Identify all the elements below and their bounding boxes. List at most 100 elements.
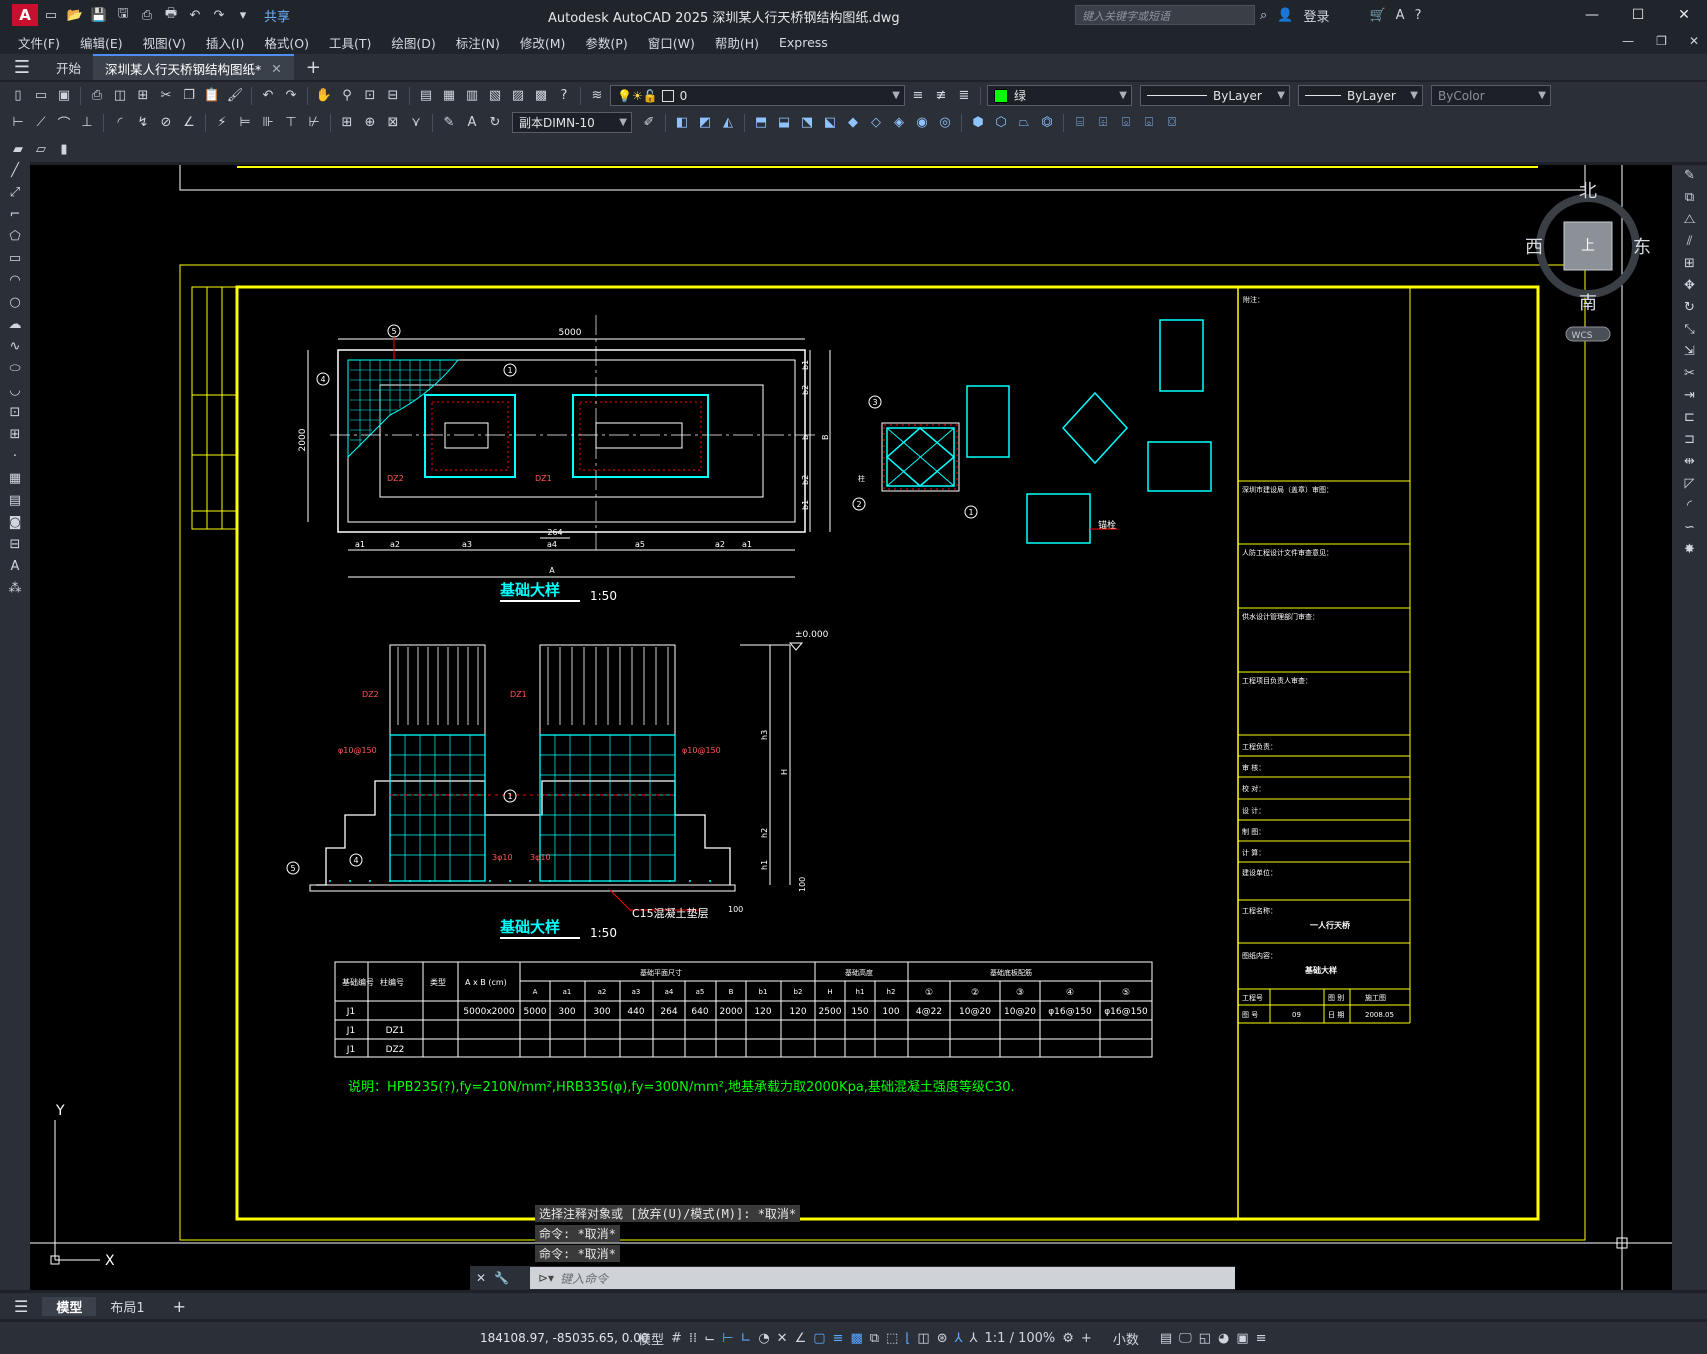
units-select[interactable]: 小数 [1113, 1329, 1139, 1348]
construction-line-icon[interactable]: ⤢ [0, 182, 30, 204]
table-draw-icon[interactable]: ⊟ [0, 534, 30, 556]
customize-cmd-icon[interactable]: 🔧 [494, 1271, 509, 1285]
face-move-icon[interactable]: ⌹ [1093, 113, 1113, 133]
menu-edit[interactable]: 编辑(E) [70, 33, 133, 52]
section-icon[interactable]: ◇ [866, 113, 886, 133]
jogged-linear-icon[interactable]: ⋎ [406, 113, 426, 133]
polyline-icon[interactable]: ⌐ [0, 204, 30, 226]
union-icon[interactable]: ⬓ [774, 113, 794, 133]
extrude-icon[interactable]: ⬒ [751, 113, 771, 133]
isolate-icon[interactable]: ◱ [1199, 1331, 1211, 1346]
dim-break-icon[interactable]: ⊬ [304, 113, 324, 133]
offset-icon[interactable]: ⫽ [1672, 231, 1707, 253]
menu-hamburger-icon[interactable]: ☰ [0, 57, 44, 78]
workspace-gear-icon[interactable]: ⚙ [1062, 1331, 1074, 1346]
face-offset-icon[interactable]: ⌺ [1116, 113, 1136, 133]
grid-icon[interactable]: # [671, 1331, 682, 1346]
undo-icon[interactable]: ↶ [186, 8, 204, 23]
app-logo[interactable]: A [12, 4, 38, 26]
toolpalette-icon[interactable]: ▥ [462, 86, 482, 106]
osnap-icon[interactable]: ▢ [813, 1331, 825, 1346]
dim-continue-icon[interactable]: ⊪ [258, 113, 278, 133]
tab-start[interactable]: 开始 [44, 54, 93, 80]
menu-express[interactable]: Express [769, 35, 838, 50]
cart-icon[interactable]: 🛒 [1369, 8, 1385, 23]
dimstyle-icon[interactable]: ✐ [639, 113, 659, 133]
dim-ordinate-icon[interactable]: ⊥ [77, 113, 97, 133]
publish-icon[interactable]: ⎙ [138, 8, 156, 23]
menu-file[interactable]: 文件(F) [8, 33, 70, 52]
mtext-icon[interactable]: A [0, 556, 30, 578]
zoom-previous-icon[interactable]: ⊟ [383, 86, 403, 106]
designcenter-icon[interactable]: ▦ [439, 86, 459, 106]
dim-diameter-icon[interactable]: ⊘ [156, 113, 176, 133]
hardware-accel-icon[interactable]: ◕ [1218, 1331, 1229, 1346]
doc-restore-button[interactable]: ❐ [1656, 34, 1667, 48]
face-rotate-icon[interactable]: ⌼ [1162, 113, 1182, 133]
color-select[interactable]: 绿 ▼ [987, 85, 1132, 106]
slice-icon[interactable]: ◆ [843, 113, 863, 133]
clean-screen-icon[interactable]: ▣ [1236, 1331, 1248, 1346]
search-input[interactable]: 键入关键字或短语 [1075, 5, 1255, 25]
viewcube[interactable]: 上 北 南 西 东 WCS [1520, 180, 1660, 360]
shell-icon[interactable]: ⬢ [968, 113, 988, 133]
close-tab-icon[interactable]: ✕ [271, 61, 281, 76]
properties-icon[interactable]: ▤ [416, 86, 436, 106]
layer-manager-icon[interactable]: ≋ [587, 86, 607, 106]
drawing-canvas[interactable]: 5000 2000 5 4 1 DZ2 DZ1 b1 b2 b b2 b1 B … [30, 165, 1672, 1290]
extend-icon[interactable]: ⇥ [1672, 385, 1707, 407]
selection-cycling-icon[interactable]: ⧉ [870, 1331, 879, 1346]
share-button[interactable]: 共享 [264, 6, 290, 25]
layer-select[interactable]: 💡☀🔓 0 ▼ [610, 85, 905, 106]
login-button[interactable]: 登录 [1303, 6, 1329, 25]
arc-icon[interactable]: ◠ [0, 270, 30, 292]
menu-view[interactable]: 视图(V) [133, 33, 196, 52]
polygon-icon[interactable]: ⬠ [0, 226, 30, 248]
gradient-icon[interactable]: ▤ [0, 490, 30, 512]
auto-scale-icon[interactable]: ⅄ [970, 1331, 978, 1346]
layout-menu-icon[interactable]: ☰ [0, 1297, 42, 1316]
polar-icon[interactable]: ◔ [758, 1331, 769, 1346]
redo-icon[interactable]: ↷ [210, 8, 228, 23]
insert-block-icon[interactable]: ⊡ [0, 402, 30, 424]
dim-radius-icon[interactable]: ◜ [110, 113, 130, 133]
solid-box-icon[interactable]: ◧ [672, 113, 692, 133]
sheetset-icon[interactable]: ▧ [485, 86, 505, 106]
attribute-icon[interactable]: ▮ [54, 139, 74, 159]
table-icon[interactable]: ▱ [31, 139, 51, 159]
preview-icon[interactable]: ◫ [110, 86, 130, 106]
dimstyle-select[interactable]: 副本DIMN-10 ▼ [512, 112, 632, 133]
command-input[interactable]: ⊳▾ 键入命令 [530, 1267, 1235, 1289]
undo-icon-2[interactable]: ↶ [258, 86, 278, 106]
dim-baseline-icon[interactable]: ⊨ [235, 113, 255, 133]
dim-linear-icon[interactable]: ⊢ [8, 113, 28, 133]
trim-icon[interactable]: ✂ [1672, 363, 1707, 385]
osnap-tracking-icon[interactable]: ∠ [795, 1331, 807, 1346]
menu-draw[interactable]: 绘图(D) [381, 33, 445, 52]
face-extrude-icon[interactable]: ⌸ [1070, 113, 1090, 133]
tab-model[interactable]: 模型 [42, 1296, 97, 1316]
customize-icon[interactable]: ▾ [234, 8, 252, 23]
circle-icon[interactable]: ○ [0, 292, 30, 314]
doc-minimize-button[interactable]: — [1622, 34, 1634, 48]
make-current-icon[interactable]: ≡ [908, 86, 928, 106]
copy-obj-icon[interactable]: ⧉ [1672, 187, 1707, 209]
tab-drawing[interactable]: 深圳某人行天桥钢结构图纸* ✕ [93, 54, 294, 80]
explode-icon[interactable]: ✸ [1672, 539, 1707, 561]
transparency-icon[interactable]: ▩ [850, 1331, 862, 1346]
save-icon[interactable]: 💾 [90, 8, 108, 23]
menu-insert[interactable]: 插入(I) [196, 33, 254, 52]
menu-window[interactable]: 窗口(W) [638, 33, 705, 52]
help-icon-2[interactable]: ? [554, 86, 574, 106]
print-icon[interactable]: 🖶 [162, 4, 180, 26]
dim-edit-icon[interactable]: ✎ [439, 113, 459, 133]
erase-icon[interactable]: ✎ [1672, 165, 1707, 187]
intersect-icon[interactable]: ⬕ [820, 113, 840, 133]
pan-icon[interactable]: ✋ [314, 86, 334, 106]
zoom-realtime-icon[interactable]: ⚲ [337, 86, 357, 106]
paste-icon[interactable]: 📋 [202, 86, 222, 106]
revcloud-icon[interactable]: ☁ [0, 314, 30, 336]
make-block-icon[interactable]: ⊞ [0, 424, 30, 446]
face-delete-icon[interactable]: ⌻ [1139, 113, 1159, 133]
line-icon[interactable]: ╱ [0, 160, 30, 182]
